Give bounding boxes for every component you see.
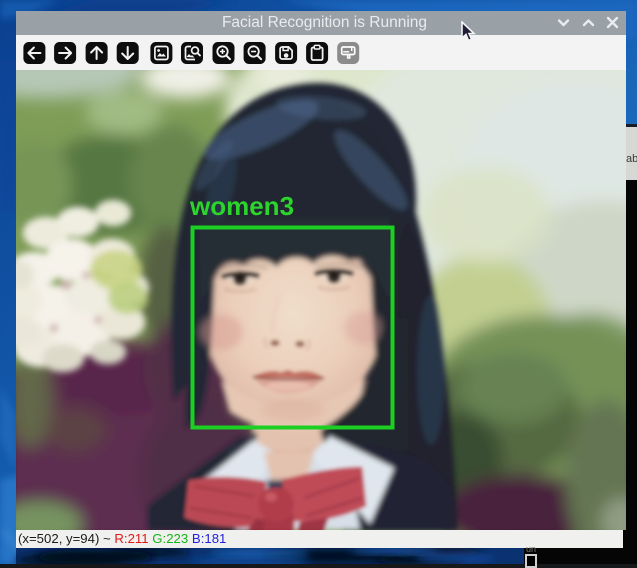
svg-text:women3: women3 — [189, 191, 294, 221]
